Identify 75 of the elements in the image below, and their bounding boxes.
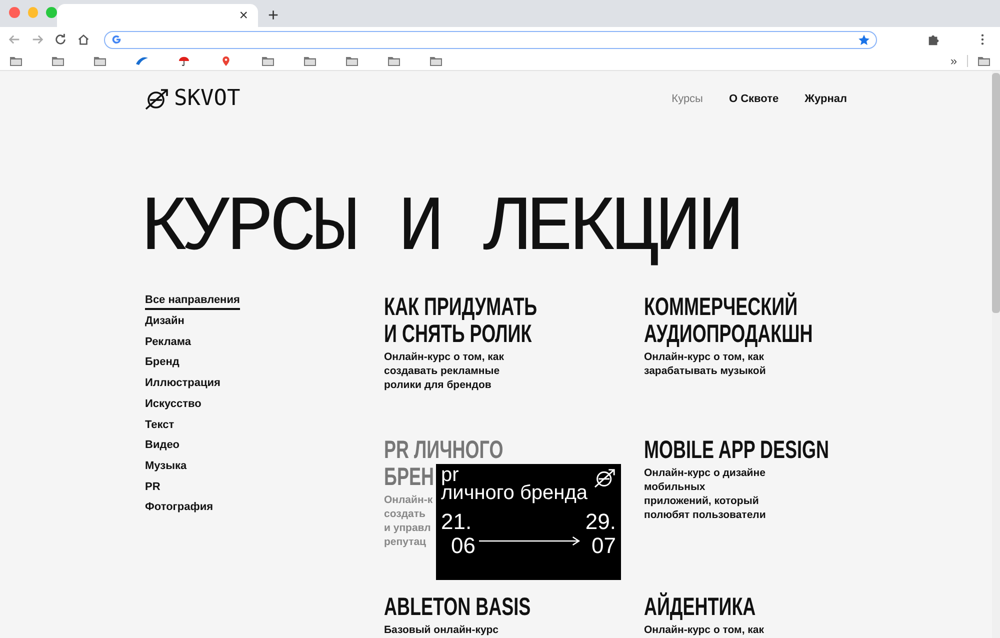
course-description: и управл — [384, 521, 431, 535]
category-filter[interactable]: Фотография — [145, 500, 214, 516]
category-filter[interactable]: Текст — [145, 418, 174, 434]
start-date: 21. — [441, 510, 472, 534]
close-window-icon[interactable] — [9, 7, 20, 18]
promo-title: pr — [441, 466, 459, 484]
folder-icon[interactable] — [10, 56, 22, 66]
arrow-icon — [479, 536, 582, 546]
folder-icon[interactable] — [262, 56, 274, 66]
end-date: 29. — [585, 510, 616, 534]
folder-icon[interactable] — [430, 56, 442, 66]
umbrella-icon[interactable] — [178, 56, 190, 66]
course-description: Онлайн-курс о том, как — [384, 350, 504, 364]
end-date: 07 — [592, 534, 616, 558]
course-title[interactable]: ABLETON BASIS — [384, 594, 531, 621]
folder-icon[interactable] — [978, 56, 990, 66]
category-filter[interactable]: Музыка — [145, 458, 187, 475]
category-filter[interactable]: Видео — [145, 438, 180, 454]
back-icon[interactable] — [8, 33, 21, 46]
course-description: Онлайн-курс о том, как — [644, 350, 764, 364]
folder-icon[interactable] — [52, 56, 64, 66]
course-description: создать — [384, 507, 426, 521]
puzzle-icon[interactable] — [927, 33, 940, 46]
promo-title: личного бренда — [441, 484, 588, 502]
planet-logo-icon — [594, 468, 616, 488]
course-description: зарабатывать музыкой — [644, 364, 766, 378]
new-tab-button[interactable]: + — [268, 6, 279, 24]
course-title[interactable]: БРЕН — [384, 464, 434, 491]
course-description: Базовый онлайн-курс — [384, 623, 498, 637]
map-pin-icon[interactable] — [220, 56, 232, 66]
folder-icon[interactable] — [94, 56, 106, 66]
course-title[interactable]: АЙДЕНТИКА — [644, 594, 756, 621]
google-icon — [111, 34, 122, 45]
course-title[interactable]: MOBILE APP DESIGN — [644, 437, 830, 464]
category-filter[interactable]: Все направления — [145, 294, 240, 310]
nav-link[interactable]: Курсы — [672, 92, 703, 104]
course-description: Онлайн-курс о дизайне — [644, 466, 766, 480]
course-title[interactable]: КАК ПРИДУМАТЬ — [384, 294, 538, 321]
course-title[interactable]: АУДИОПРОДАКШН — [644, 321, 813, 348]
course-description: Онлайн-к — [384, 493, 433, 507]
close-tab-button[interactable]: × — [239, 8, 248, 23]
category-filter[interactable]: Иллюстрация — [145, 376, 220, 392]
forward-icon[interactable] — [31, 33, 44, 46]
category-filter[interactable]: PR — [145, 480, 160, 496]
course-description: ролики для брендов — [384, 378, 492, 392]
folder-icon[interactable] — [388, 56, 400, 66]
scrollbar-thumb[interactable] — [992, 73, 1000, 313]
course-description: создавать рекламные — [384, 364, 500, 378]
nav-link[interactable]: Журнал — [804, 92, 847, 104]
course-title[interactable]: PR ЛИЧНОГО — [384, 437, 504, 464]
course-description: приложений, который — [644, 494, 759, 508]
start-date: 06 — [451, 534, 476, 558]
home-icon[interactable] — [77, 33, 90, 46]
folder-icon[interactable] — [346, 56, 358, 66]
course-description: полюбят пользователи — [644, 508, 766, 522]
bookmark-star-icon[interactable] — [858, 34, 870, 46]
course-title[interactable]: КОММЕРЧЕСКИЙ — [644, 294, 798, 321]
address-field[interactable] — [104, 30, 877, 48]
course-title[interactable]: И СНЯТЬ РОЛИК — [384, 321, 532, 348]
category-filter[interactable]: Реклама — [145, 334, 192, 350]
course-promo-card[interactable]: pr личного бренда 21. 06 29. 07 — [436, 464, 621, 580]
more-bookmarks-button[interactable]: » — [950, 54, 957, 68]
nav-link[interactable]: О Сквоте — [728, 92, 779, 104]
course-description: репутац — [384, 535, 426, 549]
folder-icon[interactable] — [304, 56, 316, 66]
category-filter[interactable]: Искусство — [145, 396, 202, 413]
browser-tab[interactable]: × — [57, 4, 258, 27]
category-filter[interactable]: Дизайн — [145, 314, 184, 330]
reload-icon[interactable] — [54, 33, 67, 46]
page-heading: КУРСЫ И ЛЕКЦИИ — [141, 194, 742, 264]
category-filter[interactable]: Бренд — [145, 355, 180, 372]
course-description: Онлайн-курс о том, как — [644, 623, 764, 637]
course-description: мобильных — [644, 480, 706, 494]
logo-text[interactable]: SKVOT — [174, 86, 240, 111]
planet-logo-icon[interactable] — [145, 88, 169, 110]
